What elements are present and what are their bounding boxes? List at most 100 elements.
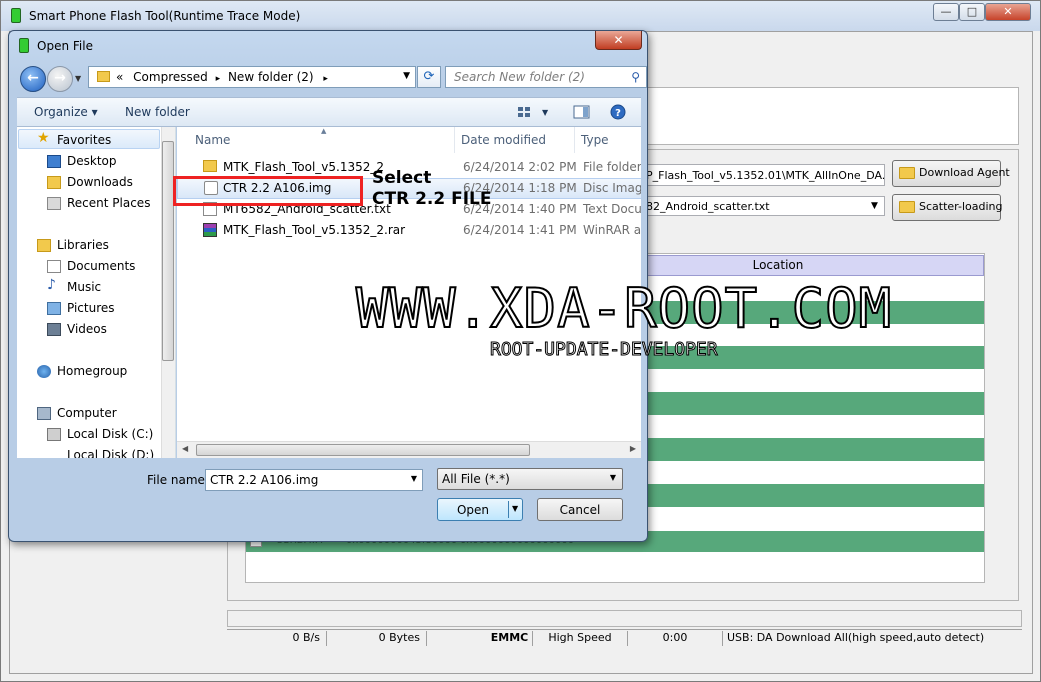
flash-tool-title-bar: Smart Phone Flash Tool(Runtime Trace Mod… xyxy=(1,1,1040,31)
file-type: Text Docume xyxy=(583,202,641,216)
watermark-url: WWW.XDA-ROOT.COM xyxy=(355,277,893,340)
file-list-hscrollbar[interactable]: ◀ ▶ xyxy=(177,441,641,458)
file-name: MTK_Flash_Tool_v5.1352_2 xyxy=(223,160,385,174)
documents-icon xyxy=(47,260,61,273)
file-type-select[interactable]: All File (*.*) ▼ xyxy=(437,468,623,490)
nav-local-disk-d[interactable]: Local Disk (D:) xyxy=(67,448,154,458)
chevron-down-icon: ▼ xyxy=(871,201,878,211)
nav-desktop[interactable]: Desktop xyxy=(67,154,117,168)
refresh-button[interactable]: ⟳ xyxy=(417,66,441,88)
breadcrumb-separator[interactable]: ▸ xyxy=(216,74,221,84)
dialog-close-button[interactable]: ✕ xyxy=(595,31,642,50)
split-divider xyxy=(508,501,509,518)
computer-icon xyxy=(37,407,51,420)
forward-button[interactable]: → xyxy=(47,66,73,92)
file-name-label: File name: xyxy=(147,473,209,487)
nav-computer[interactable]: Computer xyxy=(57,406,117,420)
file-type: WinRAR arch xyxy=(583,223,641,237)
scroll-left-icon[interactable]: ◀ xyxy=(182,444,188,453)
refresh-icon: ⟳ xyxy=(423,69,435,84)
scroll-right-icon[interactable]: ▶ xyxy=(630,444,636,453)
status-message: USB: DA Download All(high speed,auto det… xyxy=(727,631,985,644)
view-options-icon[interactable] xyxy=(516,104,534,120)
open-button-label: Open xyxy=(456,503,490,517)
new-folder-button[interactable]: New folder xyxy=(125,105,190,119)
status-speed: 0 B/s xyxy=(227,631,327,646)
annotation-line-2: CTR 2.2 FILE xyxy=(372,189,492,209)
svg-text:?: ? xyxy=(615,108,621,119)
breadcrumb-new-folder[interactable]: New folder (2) xyxy=(228,70,314,84)
nav-documents[interactable]: Documents xyxy=(67,259,135,273)
status-time: 0:00 xyxy=(628,631,723,646)
selection-highlight-box xyxy=(173,176,363,206)
list-item[interactable]: MTK_Flash_Tool_v5.1352_2.rar 6/24/2014 1… xyxy=(177,220,641,241)
download-agent-label: Download Agent xyxy=(919,166,1010,179)
chevron-down-icon[interactable]: ▼ xyxy=(411,474,417,483)
hscrollbar-thumb[interactable] xyxy=(196,444,530,456)
nav-homegroup[interactable]: Homegroup xyxy=(57,364,127,378)
annotation-text: Select CTR 2.2 FILE xyxy=(372,168,492,210)
status-mode: High Speed xyxy=(533,631,628,646)
pictures-icon xyxy=(47,302,61,315)
nav-music[interactable]: Music xyxy=(67,280,101,294)
close-button[interactable]: ✕ xyxy=(985,3,1031,21)
view-dropdown-chevron-icon[interactable]: ▼ xyxy=(542,108,548,117)
download-agent-button[interactable]: Download Agent xyxy=(892,160,1010,187)
cancel-button[interactable]: Cancel xyxy=(537,498,623,521)
column-header-name[interactable]: Name xyxy=(189,127,455,153)
folder-icon xyxy=(899,201,915,213)
arrow-left-icon: ← xyxy=(27,70,39,86)
flash-tool-title: Smart Phone Flash Tool(Runtime Trace Mod… xyxy=(29,9,301,23)
scatter-loading-button[interactable]: Scatter-loading xyxy=(892,194,1003,221)
scatter-loading-label: Scatter-loading xyxy=(919,200,1003,213)
download-agent-path[interactable]: P_Flash_Tool_v5.1352.01\MTK_AllInOne_DA.… xyxy=(641,164,885,186)
minimize-button[interactable]: — xyxy=(933,3,959,21)
file-name: MTK_Flash_Tool_v5.1352_2.rar xyxy=(223,223,406,237)
maximize-button[interactable]: □ xyxy=(959,3,985,21)
search-input[interactable]: Search New folder (2) ⚲ xyxy=(445,66,647,88)
status-bytes: 0 Bytes xyxy=(327,631,427,646)
search-placeholder: Search New folder (2) xyxy=(454,70,585,84)
preview-pane-icon[interactable] xyxy=(573,104,591,120)
scatter-file-combo[interactable]: 82_Android_scatter.txt ▼ xyxy=(641,196,885,216)
breadcrumb-overflow[interactable]: « xyxy=(116,70,123,84)
back-button[interactable]: ← xyxy=(20,66,46,92)
libraries-icon xyxy=(37,239,51,252)
star-icon: ★ xyxy=(37,130,50,146)
file-name-field[interactable]: CTR 2.2 A106.img ▼ xyxy=(205,469,423,491)
open-button[interactable]: Open ▼ xyxy=(437,498,523,521)
help-icon[interactable]: ? xyxy=(609,104,627,120)
file-name-value: CTR 2.2 A106.img xyxy=(210,473,319,487)
organize-menu[interactable]: Organize ▾ xyxy=(34,105,98,119)
phone-app-icon xyxy=(11,8,21,23)
search-icon: ⚲ xyxy=(631,70,640,84)
breadcrumb-compressed[interactable]: Compressed xyxy=(133,70,208,84)
column-header-date[interactable]: Date modified xyxy=(455,127,575,153)
file-date: 6/24/2014 1:41 PM xyxy=(463,223,577,237)
nav-favorites[interactable]: Favorites xyxy=(57,133,111,147)
progress-bar xyxy=(227,610,1022,627)
nav-scrollbar-thumb[interactable] xyxy=(162,141,174,361)
breadcrumb-separator[interactable]: ▸ xyxy=(323,74,328,84)
videos-icon xyxy=(47,323,61,336)
annotation-line-1: Select xyxy=(372,168,432,188)
nav-recent-places[interactable]: Recent Places xyxy=(67,196,150,210)
nav-videos[interactable]: Videos xyxy=(67,322,107,336)
nav-libraries[interactable]: Libraries xyxy=(57,238,109,252)
arrow-right-icon: → xyxy=(54,70,66,86)
address-bar[interactable]: « Compressed ▸ New folder (2) ▸ ▼ xyxy=(88,66,416,88)
rar-archive-icon xyxy=(203,223,217,237)
recent-locations-dropdown[interactable]: ▼ xyxy=(75,74,81,83)
nav-pictures[interactable]: Pictures xyxy=(67,301,115,315)
navigation-pane: ★ Favorites Desktop Downloads Recent Pla… xyxy=(17,127,176,458)
column-header-type[interactable]: Type xyxy=(575,127,641,153)
chevron-down-icon[interactable]: ▼ xyxy=(403,71,410,81)
desktop-icon xyxy=(47,155,61,168)
folder-icon xyxy=(203,160,217,172)
nav-downloads[interactable]: Downloads xyxy=(67,175,133,189)
folder-icon xyxy=(899,167,915,179)
scatter-file-path: 82_Android_scatter.txt xyxy=(646,200,770,213)
nav-local-disk-c[interactable]: Local Disk (C:) xyxy=(67,427,153,441)
open-options-chevron-icon[interactable]: ▼ xyxy=(512,504,518,513)
dialog-title: Open File xyxy=(37,39,93,53)
